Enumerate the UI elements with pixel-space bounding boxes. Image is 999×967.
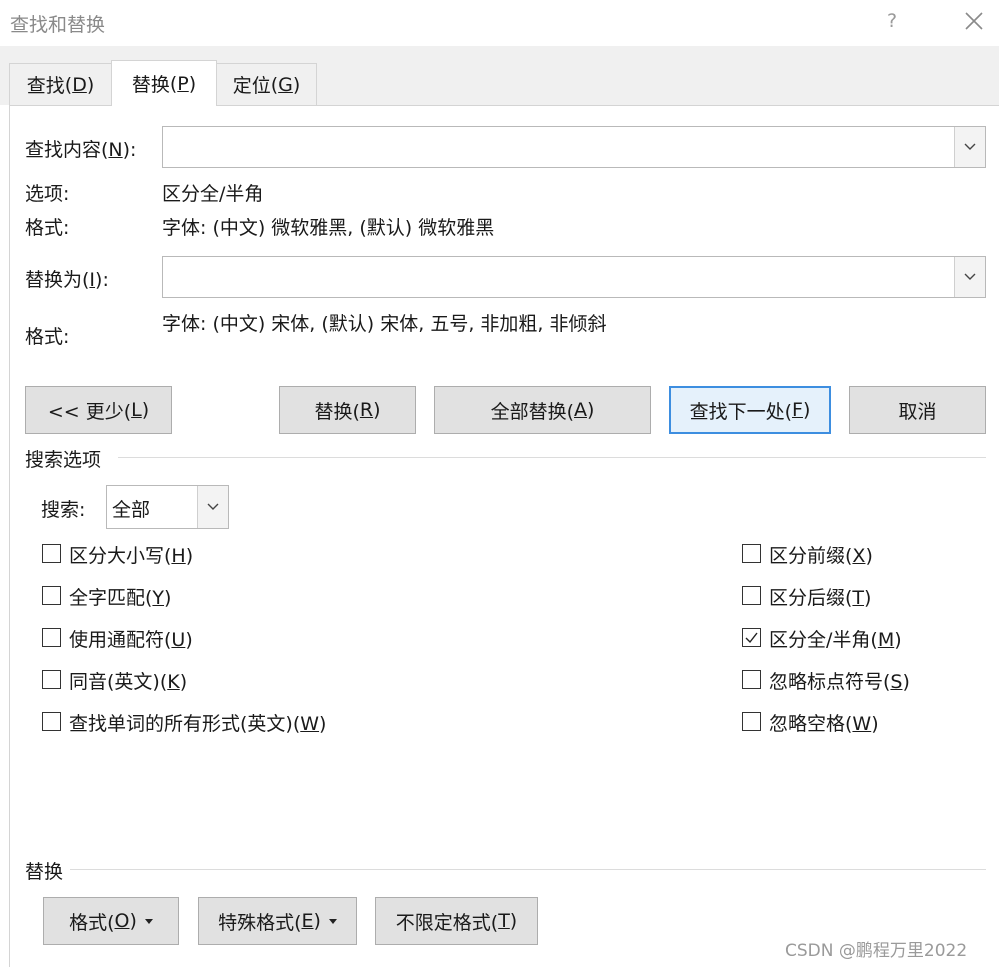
ignore-whitespace-label[interactable]: 忽略空格(W) — [769, 709, 879, 736]
replace-section-divider — [70, 869, 986, 870]
whole-word-checkbox[interactable] — [42, 586, 61, 605]
find-format-value: 字体: (中文) 微软雅黑, (默认) 微软雅黑 — [162, 217, 495, 239]
caret-down-icon — [144, 918, 153, 924]
replace-panel — [9, 105, 999, 967]
wildcards-label[interactable]: 使用通配符(U) — [69, 625, 193, 652]
chevron-down-icon — [207, 503, 219, 510]
ignore-punctuation-checkbox[interactable] — [742, 670, 761, 689]
sounds-like-checkbox[interactable] — [42, 670, 61, 689]
ignore-whitespace-checkbox[interactable] — [742, 712, 761, 731]
match-case-checkbox[interactable] — [42, 544, 61, 563]
match-prefix-checkbox[interactable] — [742, 544, 761, 563]
match-suffix-checkbox[interactable] — [742, 586, 761, 605]
all-word-forms-label[interactable]: 查找单词的所有形式(英文)(W) — [69, 709, 326, 736]
find-format-label: 格式: — [25, 217, 70, 239]
replace-all-button[interactable]: 全部替换(A) — [434, 386, 651, 434]
sounds-like-label[interactable]: 同音(英文)(K) — [69, 667, 187, 694]
tab-replace-accesskey: P — [177, 72, 189, 95]
tab-goto-accesskey: G — [278, 73, 293, 96]
options-value: 区分全/半角 — [162, 183, 264, 205]
tab-replace[interactable]: 替换(P) — [111, 60, 217, 106]
tab-goto[interactable]: 定位(G) — [216, 63, 317, 105]
tab-find-accesskey: D — [72, 73, 87, 96]
replace-format-label: 格式: — [25, 326, 70, 348]
search-direction-select[interactable]: 全部 — [106, 485, 229, 529]
all-word-forms-checkbox[interactable] — [42, 712, 61, 731]
replace-with-label: 替换为(I): — [25, 269, 109, 291]
checkmark-icon — [745, 632, 758, 644]
help-icon[interactable]: ? — [887, 10, 897, 32]
find-input[interactable] — [162, 126, 986, 168]
replace-format-value: 字体: (中文) 宋体, (默认) 宋体, 五号, 非加粗, 非倾斜 — [162, 313, 607, 335]
chevron-down-icon — [964, 143, 976, 150]
match-width-checkbox[interactable] — [742, 628, 761, 647]
search-direction-value: 全部 — [112, 499, 151, 521]
match-case-label[interactable]: 区分大小写(H) — [69, 541, 193, 568]
wildcards-checkbox[interactable] — [42, 628, 61, 647]
close-icon[interactable] — [962, 9, 986, 33]
search-options-divider — [118, 457, 986, 458]
replace-button[interactable]: 替换(R) — [279, 386, 416, 434]
tab-find[interactable]: 查找(D) — [9, 63, 112, 105]
title-bar — [0, 0, 999, 46]
search-direction-dropdown[interactable] — [197, 486, 228, 528]
search-direction-label: 搜索: — [41, 499, 86, 521]
find-label: 查找内容(N): — [25, 139, 137, 161]
watermark: CSDN @鹏程万里2022 — [785, 941, 968, 961]
tab-find-label: 查找 — [26, 75, 65, 97]
replace-dropdown-button[interactable] — [954, 257, 985, 297]
find-dropdown-button[interactable] — [954, 127, 985, 167]
dialog-title: 查找和替换 — [10, 14, 106, 36]
match-width-label[interactable]: 区分全/半角(M) — [769, 625, 902, 652]
find-next-button[interactable]: 查找下一处(F) — [669, 386, 831, 434]
whole-word-label[interactable]: 全字匹配(Y) — [69, 583, 171, 610]
match-prefix-label[interactable]: 区分前缀(X) — [769, 541, 873, 568]
caret-down-icon — [328, 918, 337, 924]
replace-input[interactable] — [162, 256, 986, 298]
format-button[interactable]: 格式(O) — [43, 897, 179, 945]
ignore-punctuation-label[interactable]: 忽略标点符号(S) — [769, 667, 910, 694]
cancel-button[interactable]: 取消 — [849, 386, 986, 434]
options-label: 选项: — [25, 183, 70, 205]
special-button[interactable]: 特殊格式(E) — [198, 897, 357, 945]
replace-section-title: 替换 — [25, 861, 64, 883]
match-suffix-label[interactable]: 区分后缀(T) — [769, 583, 871, 610]
tab-goto-label: 定位 — [232, 75, 271, 97]
no-formatting-button[interactable]: 不限定格式(T) — [375, 897, 538, 945]
less-button[interactable]: << 更少(L) — [25, 386, 172, 434]
chevron-down-icon — [964, 273, 976, 280]
tab-replace-label: 替换 — [131, 74, 170, 96]
search-options-title: 搜索选项 — [25, 449, 102, 471]
